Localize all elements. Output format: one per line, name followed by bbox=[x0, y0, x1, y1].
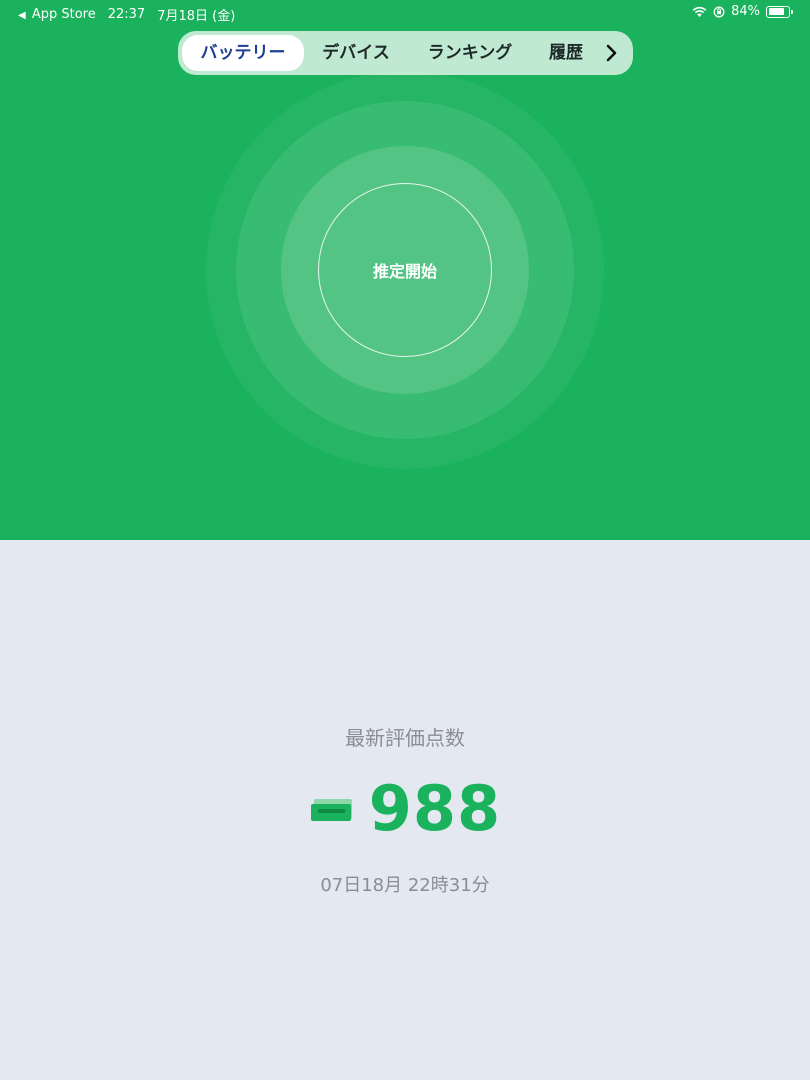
wifi-icon bbox=[692, 6, 707, 17]
back-triangle-icon: ◀ bbox=[18, 10, 26, 21]
latest-score-timestamp: 07日18月 22時31分 bbox=[320, 875, 490, 896]
latest-score-value: 988 bbox=[368, 772, 502, 845]
status-right: 84% bbox=[692, 4, 793, 19]
tab-bar: バッテリー デバイス ランキング 履歴 bbox=[178, 31, 633, 75]
status-time: 22:37 bbox=[107, 7, 146, 22]
latest-score-label: 最新評価点数 bbox=[345, 726, 465, 750]
start-estimate-label: 推定開始 bbox=[372, 262, 437, 281]
battery-status-icon bbox=[766, 5, 793, 18]
back-to-app-store[interactable]: ◀ App Store bbox=[18, 7, 96, 22]
start-estimate-button[interactable]: 推定開始 bbox=[318, 183, 492, 357]
battery-fill bbox=[768, 8, 784, 15]
battery-test-header: ◀ App Store 22:37 7月18日 (金) 84% バッテリー デバ… bbox=[0, 0, 810, 540]
tab-ranking[interactable]: ランキング bbox=[408, 35, 532, 71]
tab-history[interactable]: 履歴 bbox=[532, 35, 600, 71]
status-bar: ◀ App Store 22:37 7月18日 (金) 84% bbox=[0, 0, 810, 26]
battery-percent: 84% bbox=[731, 4, 760, 19]
status-date: 7月18日 (金) bbox=[157, 9, 236, 24]
chevron-right-icon[interactable] bbox=[600, 35, 622, 71]
latest-score-row: 988 bbox=[0, 776, 810, 842]
tab-battery[interactable]: バッテリー bbox=[182, 35, 304, 71]
rotation-lock-icon bbox=[713, 6, 725, 17]
status-left: ◀ App Store 22:37 7月18日 (金) bbox=[18, 5, 235, 24]
back-label: App Store bbox=[31, 7, 96, 22]
battery-score-icon bbox=[310, 799, 352, 821]
tab-device[interactable]: デバイス bbox=[304, 35, 408, 71]
